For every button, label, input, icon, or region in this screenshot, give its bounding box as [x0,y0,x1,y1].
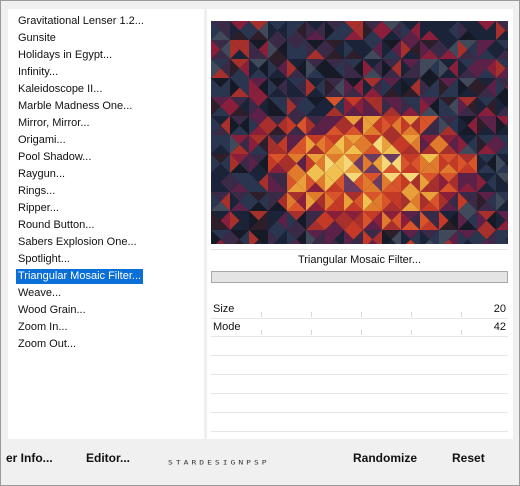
filter-list-item[interactable]: Ripper... [16,201,61,216]
filter-list-item[interactable]: Pool Shadow... [16,150,93,165]
button-bar: er Info... Editor... STARDESIGNPSP Rando… [2,442,519,478]
filter-list-item[interactable]: Infinity... [16,65,60,80]
mosaic-preview-image [211,21,508,244]
slider-tick [461,312,462,317]
param-size-row[interactable]: Size 20 [211,301,508,319]
filter-list-item[interactable]: Weave... [16,286,63,301]
param-empty-row [211,413,508,432]
param-empty-row [211,375,508,394]
param-empty-row [211,356,508,375]
editor-button[interactable]: Editor... [86,451,130,465]
filter-list-item[interactable]: Sabers Explosion One... [16,235,139,250]
reset-button[interactable]: Reset [452,451,485,465]
slider-tick [311,330,312,335]
param-mode-label: Mode [213,321,241,333]
filter-list-item[interactable]: Kaleidoscope II... [16,82,104,97]
param-mode-value[interactable]: 42 [494,319,506,336]
filter-list-item[interactable]: Mirror, Mirror... [16,116,92,131]
filter-list-item[interactable]: Gunsite [16,31,58,46]
filter-list-item[interactable]: Zoom Out... [16,337,78,352]
param-size-value[interactable]: 20 [494,301,506,318]
slider-tick [411,312,412,317]
slider-tick [361,330,362,335]
filter-list-item[interactable]: Round Button... [16,218,96,233]
filter-list-item[interactable]: Raygun... [16,167,67,182]
preview-panel: Triangular Mosaic Filter... Size 20 Mode… [207,9,513,439]
slider-tick [461,330,462,335]
filter-dialog: Gravitational Lenser 1.2... Gunsite Holida… [0,0,520,486]
filter-list-item[interactable]: Holidays in Egypt... [16,48,114,63]
param-mode-row[interactable]: Mode 42 [211,319,508,337]
selected-filter-name: Triangular Mosaic Filter... [211,249,508,271]
filter-list-item[interactable]: Rings... [16,184,57,199]
filter-list-item[interactable]: Wood Grain... [16,303,88,318]
user-info-button[interactable]: er Info... [6,451,53,465]
filter-list-item[interactable]: Origami... [16,133,68,148]
slider-tick [361,312,362,317]
param-empty-row [211,337,508,356]
filter-list-item[interactable]: Triangular Mosaic Filter... [16,269,144,284]
param-empty-row [211,394,508,413]
filter-list-item[interactable]: Zoom In... [16,320,70,335]
watermark: STARDESIGNPSP [168,458,270,467]
filter-list[interactable]: Gravitational Lenser 1.2... Gunsite Holida… [8,9,204,439]
slider-tick [261,312,262,317]
randomize-button[interactable]: Randomize [353,451,417,465]
filter-list-item[interactable]: Marble Madness One... [16,99,134,114]
progress-bar [211,271,508,283]
slider-tick [261,330,262,335]
slider-tick [411,330,412,335]
slider-tick [311,312,312,317]
param-size-label: Size [213,303,235,315]
filter-list-item[interactable]: Spotlight... [16,252,72,267]
filter-list-item[interactable]: Gravitational Lenser 1.2... [16,14,146,29]
